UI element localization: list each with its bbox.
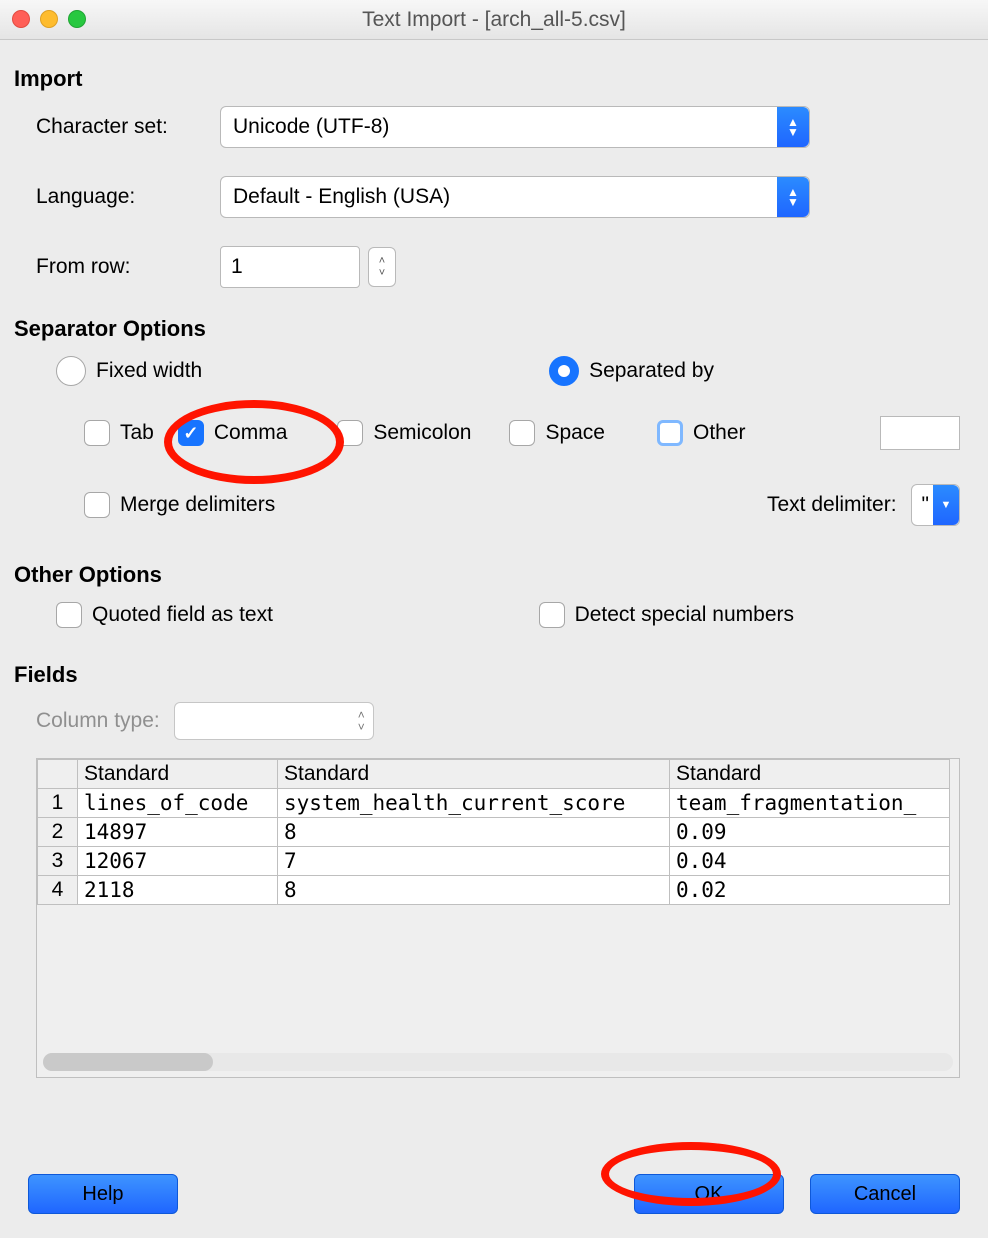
fixed-width-radio[interactable]: Fixed width <box>56 356 202 386</box>
checkbox-checked-icon: ✓ <box>178 420 204 446</box>
table-row: 4 2118 8 0.02 <box>38 876 950 905</box>
text-delimiter-label: Text delimiter: <box>767 493 897 517</box>
from-row-input[interactable]: 1 <box>220 246 360 288</box>
separator-heading: Separator Options <box>14 316 974 342</box>
quoted-field-checkbox[interactable]: Quoted field as text <box>56 602 273 628</box>
col-type[interactable]: Standard <box>670 760 950 789</box>
from-row-stepper[interactable]: ˄ ˅ <box>368 247 396 287</box>
window-title: Text Import - [arch_all-5.csv] <box>362 8 626 32</box>
detect-numbers-label: Detect special numbers <box>575 603 794 627</box>
window-controls <box>12 10 86 28</box>
fields-heading: Fields <box>14 662 974 688</box>
cell: 14897 <box>78 818 278 847</box>
chevron-updown-icon: ˄˅ <box>358 709 365 733</box>
separated-by-label: Separated by <box>589 359 714 383</box>
chevron-updown-icon: ▲▼ <box>777 177 809 217</box>
from-row-label: From row: <box>14 255 220 279</box>
other-label: Other <box>693 421 746 445</box>
table-row: 2 14897 8 0.09 <box>38 818 950 847</box>
cell: 0.02 <box>670 876 950 905</box>
col-type[interactable]: Standard <box>78 760 278 789</box>
language-label: Language: <box>14 185 220 209</box>
cell: 0.09 <box>670 818 950 847</box>
quoted-field-label: Quoted field as text <box>92 603 273 627</box>
charset-value: Unicode (UTF-8) <box>233 115 389 139</box>
checkbox-icon <box>539 602 565 628</box>
cell: 8 <box>278 818 670 847</box>
preview-pane[interactable]: Standard Standard Standard 1 lines_of_co… <box>36 758 960 1078</box>
checkbox-icon <box>84 420 110 446</box>
from-row-value: 1 <box>231 255 243 279</box>
charset-select[interactable]: Unicode (UTF-8) ▲▼ <box>220 106 810 148</box>
comma-label: Comma <box>214 421 288 445</box>
scrollbar-thumb[interactable] <box>43 1053 213 1071</box>
checkbox-icon <box>84 492 110 518</box>
checkbox-icon <box>509 420 535 446</box>
chevron-up-icon: ˄ <box>379 255 385 267</box>
titlebar: Text Import - [arch_all-5.csv] <box>0 0 988 40</box>
cell: 0.04 <box>670 847 950 876</box>
checkbox-icon <box>56 602 82 628</box>
table-header-row[interactable]: Standard Standard Standard <box>38 760 950 789</box>
cell: team_fragmentation_ <box>670 789 950 818</box>
merge-delimiters-label: Merge delimiters <box>120 493 275 517</box>
chevron-down-icon: ˅ <box>379 267 385 279</box>
help-button-label: Help <box>82 1183 123 1206</box>
import-heading: Import <box>14 66 974 92</box>
cell: 12067 <box>78 847 278 876</box>
chevron-down-icon: ▼ <box>933 485 959 525</box>
chevron-updown-icon: ▲▼ <box>777 107 809 147</box>
radio-icon <box>56 356 86 386</box>
row-number: 1 <box>38 789 78 818</box>
semicolon-label: Semicolon <box>373 421 471 445</box>
horizontal-scrollbar[interactable] <box>43 1053 953 1071</box>
column-type-label: Column type: <box>36 709 160 733</box>
cancel-button-label: Cancel <box>854 1183 916 1206</box>
preview-table: Standard Standard Standard 1 lines_of_co… <box>37 759 950 905</box>
row-number: 2 <box>38 818 78 847</box>
separated-by-radio[interactable]: Separated by <box>549 356 714 386</box>
tab-label: Tab <box>120 421 154 445</box>
text-delimiter-value: " <box>922 493 929 517</box>
semicolon-checkbox[interactable]: Semicolon <box>337 420 471 446</box>
cell: 2118 <box>78 876 278 905</box>
cell: lines_of_code <box>78 789 278 818</box>
column-type-select[interactable]: ˄˅ <box>174 702 374 740</box>
space-label: Space <box>545 421 605 445</box>
table-row: 1 lines_of_code system_health_current_sc… <box>38 789 950 818</box>
minimize-icon[interactable] <box>40 10 58 28</box>
space-checkbox[interactable]: Space <box>509 420 605 446</box>
radio-checked-icon <box>549 356 579 386</box>
help-button[interactable]: Help <box>28 1174 178 1214</box>
close-icon[interactable] <box>12 10 30 28</box>
fixed-width-label: Fixed width <box>96 359 202 383</box>
cell: 7 <box>278 847 670 876</box>
col-type[interactable]: Standard <box>278 760 670 789</box>
checkbox-icon <box>337 420 363 446</box>
detect-numbers-checkbox[interactable]: Detect special numbers <box>539 602 794 628</box>
zoom-icon[interactable] <box>68 10 86 28</box>
ok-button-label: OK <box>695 1183 724 1206</box>
other-options-heading: Other Options <box>14 562 974 588</box>
cancel-button[interactable]: Cancel <box>810 1174 960 1214</box>
row-number: 3 <box>38 847 78 876</box>
tab-checkbox[interactable]: Tab <box>84 420 154 446</box>
ok-button[interactable]: OK <box>634 1174 784 1214</box>
text-delimiter-select[interactable]: " ▼ <box>911 484 960 526</box>
cell: system_health_current_score <box>278 789 670 818</box>
checkbox-icon <box>657 420 683 446</box>
other-separator-input[interactable] <box>880 416 960 450</box>
table-row: 3 12067 7 0.04 <box>38 847 950 876</box>
merge-delimiters-checkbox[interactable]: Merge delimiters <box>84 492 275 518</box>
other-checkbox[interactable]: Other <box>657 420 746 446</box>
row-number: 4 <box>38 876 78 905</box>
comma-checkbox[interactable]: ✓ Comma <box>178 420 288 446</box>
language-value: Default - English (USA) <box>233 185 450 209</box>
language-select[interactable]: Default - English (USA) ▲▼ <box>220 176 810 218</box>
cell: 8 <box>278 876 670 905</box>
charset-label: Character set: <box>14 115 220 139</box>
